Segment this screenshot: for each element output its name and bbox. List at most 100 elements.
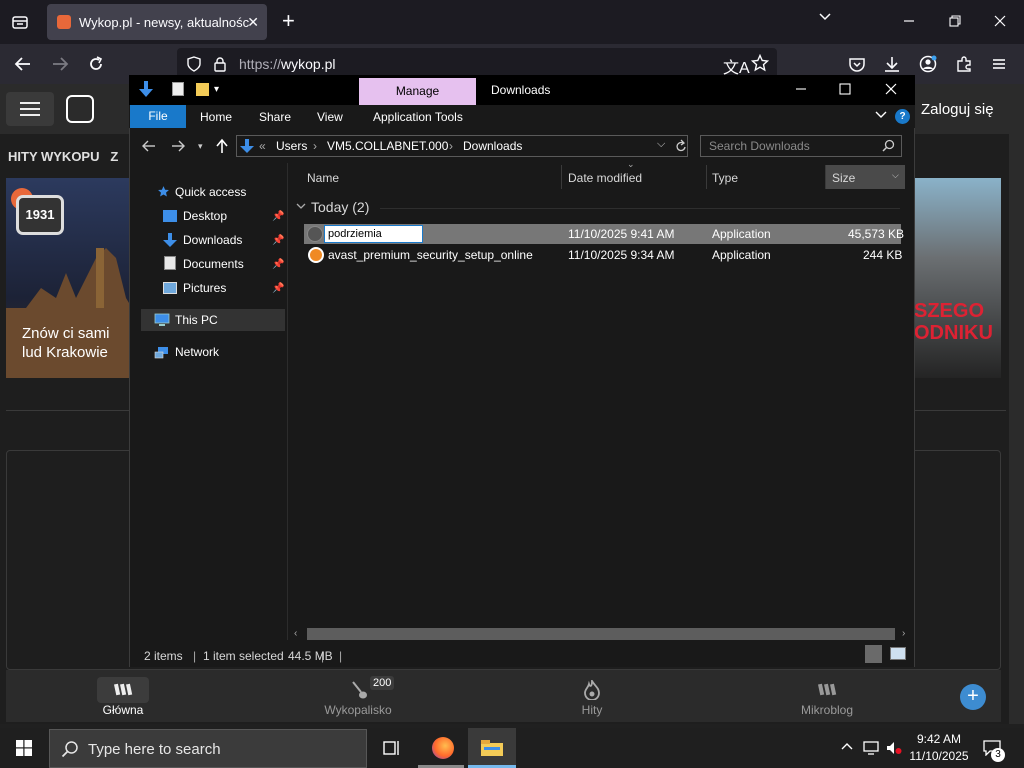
nav-mikroblog[interactable]: Mikroblog [777, 703, 877, 717]
pin-icon[interactable]: 📌 [272, 211, 284, 222]
column-separator[interactable] [706, 165, 707, 189]
nav-hity[interactable]: Hity [542, 703, 642, 717]
hit-card-title[interactable]: Znów ci sami lud Krakowie [22, 324, 132, 362]
file-name[interactable]: avast_premium_security_setup_online [328, 248, 533, 262]
column-name[interactable]: Name [307, 171, 339, 185]
nav-wykopalisko[interactable]: Wykopalisko [308, 703, 408, 717]
scroll-right-icon[interactable]: › [902, 628, 905, 639]
group-header-today[interactable]: Today (2) [311, 199, 369, 215]
breadcrumb-downloads[interactable]: Downloads [463, 139, 522, 153]
properties-icon[interactable] [172, 82, 184, 96]
address-bar[interactable]: « Users › VM5.COLLABNET.000 › Downloads … [236, 135, 688, 157]
shovel-icon[interactable] [350, 680, 368, 700]
wykop-menu-button[interactable] [6, 92, 54, 126]
column-size-dropdown-icon[interactable]: ⌵ [892, 170, 899, 181]
address-dropdown-icon[interactable]: ⌵ [657, 138, 665, 151]
explorer-minimize-icon[interactable] [795, 83, 807, 95]
task-view-icon[interactable] [383, 740, 401, 756]
qat-dropdown-icon[interactable]: ▾ [214, 84, 219, 95]
details-view-icon[interactable] [865, 645, 882, 663]
add-post-button[interactable]: + [960, 684, 986, 710]
nav-desktop[interactable]: Desktop [183, 209, 227, 223]
file-explorer-taskbar-icon[interactable] [481, 740, 503, 756]
home-icon[interactable] [113, 681, 133, 697]
breadcrumb-overflow: « [259, 139, 266, 153]
pin-icon[interactable]: 📌 [272, 259, 284, 270]
pocket-icon[interactable] [848, 55, 866, 73]
hit-card-image-right[interactable] [914, 178, 1001, 378]
column-separator[interactable] [561, 165, 562, 189]
recent-locations-icon[interactable]: ▾ [198, 141, 203, 152]
nav-quick-access[interactable]: Quick access [175, 185, 246, 199]
taskbar-search-box[interactable]: Type here to search [49, 729, 367, 768]
refresh-icon[interactable] [675, 139, 687, 153]
back-icon[interactable] [14, 55, 32, 73]
nav-pictures[interactable]: Pictures [183, 281, 226, 295]
nav-this-pc[interactable]: This PC [175, 313, 218, 327]
tab-share[interactable]: Share [259, 110, 291, 124]
pin-icon[interactable]: 📌 [272, 283, 284, 294]
page-scrollbar[interactable] [1009, 84, 1024, 724]
close-window-icon[interactable] [994, 15, 1006, 27]
close-tab-icon[interactable]: ✕ [247, 14, 259, 31]
extensions-icon[interactable] [955, 55, 973, 73]
tab-application-tools[interactable]: Application Tools [373, 110, 463, 124]
nav-glowna[interactable]: Główna [73, 703, 173, 717]
network-tray-icon[interactable] [863, 741, 879, 755]
nav-downloads[interactable]: Downloads [183, 233, 242, 247]
group-collapse-icon[interactable] [296, 201, 306, 211]
wykop-logo[interactable] [66, 95, 94, 123]
show-hidden-icons-icon[interactable] [841, 741, 853, 751]
manage-context-tab[interactable]: Manage [359, 78, 476, 105]
restore-window-icon[interactable] [949, 15, 961, 27]
breadcrumb-user-folder[interactable]: VM5.COLLABNET.000 [327, 139, 448, 153]
volume-muted-icon[interactable] [886, 741, 902, 755]
rename-field[interactable]: podrziemia [324, 225, 423, 243]
nav-documents[interactable]: Documents [183, 257, 244, 271]
network-icon [154, 345, 170, 361]
shield-icon[interactable] [186, 56, 202, 72]
explorer-close-icon[interactable] [885, 83, 897, 95]
hit-card-title-right[interactable]: SZEGO ODNIKU [914, 300, 993, 344]
browser-tab[interactable]: Wykop.pl - newsy, aktualności, g ✕ [47, 4, 267, 40]
column-type[interactable]: Type [712, 171, 738, 185]
large-icons-view-icon[interactable] [890, 647, 906, 660]
minimize-window-icon[interactable] [903, 12, 915, 24]
expand-ribbon-icon[interactable] [875, 110, 887, 120]
hamburger-menu-icon[interactable] [991, 56, 1007, 72]
taskbar-clock[interactable]: 9:42 AM 11/10/2025 [905, 731, 973, 765]
forward-icon[interactable] [51, 55, 69, 73]
fire-icon[interactable] [583, 680, 601, 700]
start-windows-icon[interactable] [16, 740, 32, 756]
firefox-taskbar-icon[interactable] [432, 737, 454, 759]
bookmark-star-icon[interactable] [751, 54, 769, 72]
tab-view[interactable]: View [317, 110, 343, 124]
pin-icon[interactable]: 📌 [272, 235, 284, 246]
up-folder-icon[interactable] [215, 138, 229, 154]
scrollbar-thumb[interactable] [307, 628, 895, 640]
nav-network[interactable]: Network [175, 345, 219, 359]
new-tab-icon[interactable]: + [282, 8, 295, 34]
column-date-modified[interactable]: Date modified [568, 171, 642, 185]
downloads-icon[interactable] [883, 55, 901, 73]
lock-icon[interactable] [212, 56, 228, 72]
breadcrumb-users[interactable]: Users [276, 139, 307, 153]
search-downloads-input[interactable]: Search Downloads [700, 135, 902, 157]
tab-list-icon[interactable] [11, 13, 29, 31]
search-icon[interactable] [882, 139, 895, 152]
column-size[interactable]: Size [832, 171, 855, 185]
account-icon[interactable] [919, 55, 937, 73]
scroll-left-icon[interactable]: ‹ [294, 628, 297, 639]
explorer-back-icon[interactable] [142, 139, 156, 153]
tab-file[interactable]: File [130, 105, 186, 128]
tab-home[interactable]: Home [200, 110, 232, 124]
new-folder-icon[interactable] [196, 83, 209, 96]
microblog-icon[interactable] [817, 681, 837, 697]
reload-icon[interactable] [87, 55, 105, 73]
explorer-maximize-icon[interactable] [839, 83, 851, 95]
help-icon[interactable]: ? [895, 109, 910, 124]
login-link[interactable]: Zaloguj się [921, 101, 994, 118]
explorer-forward-icon[interactable] [171, 139, 185, 153]
chevron-down-icon[interactable] [818, 10, 832, 24]
column-separator[interactable] [825, 165, 826, 189]
